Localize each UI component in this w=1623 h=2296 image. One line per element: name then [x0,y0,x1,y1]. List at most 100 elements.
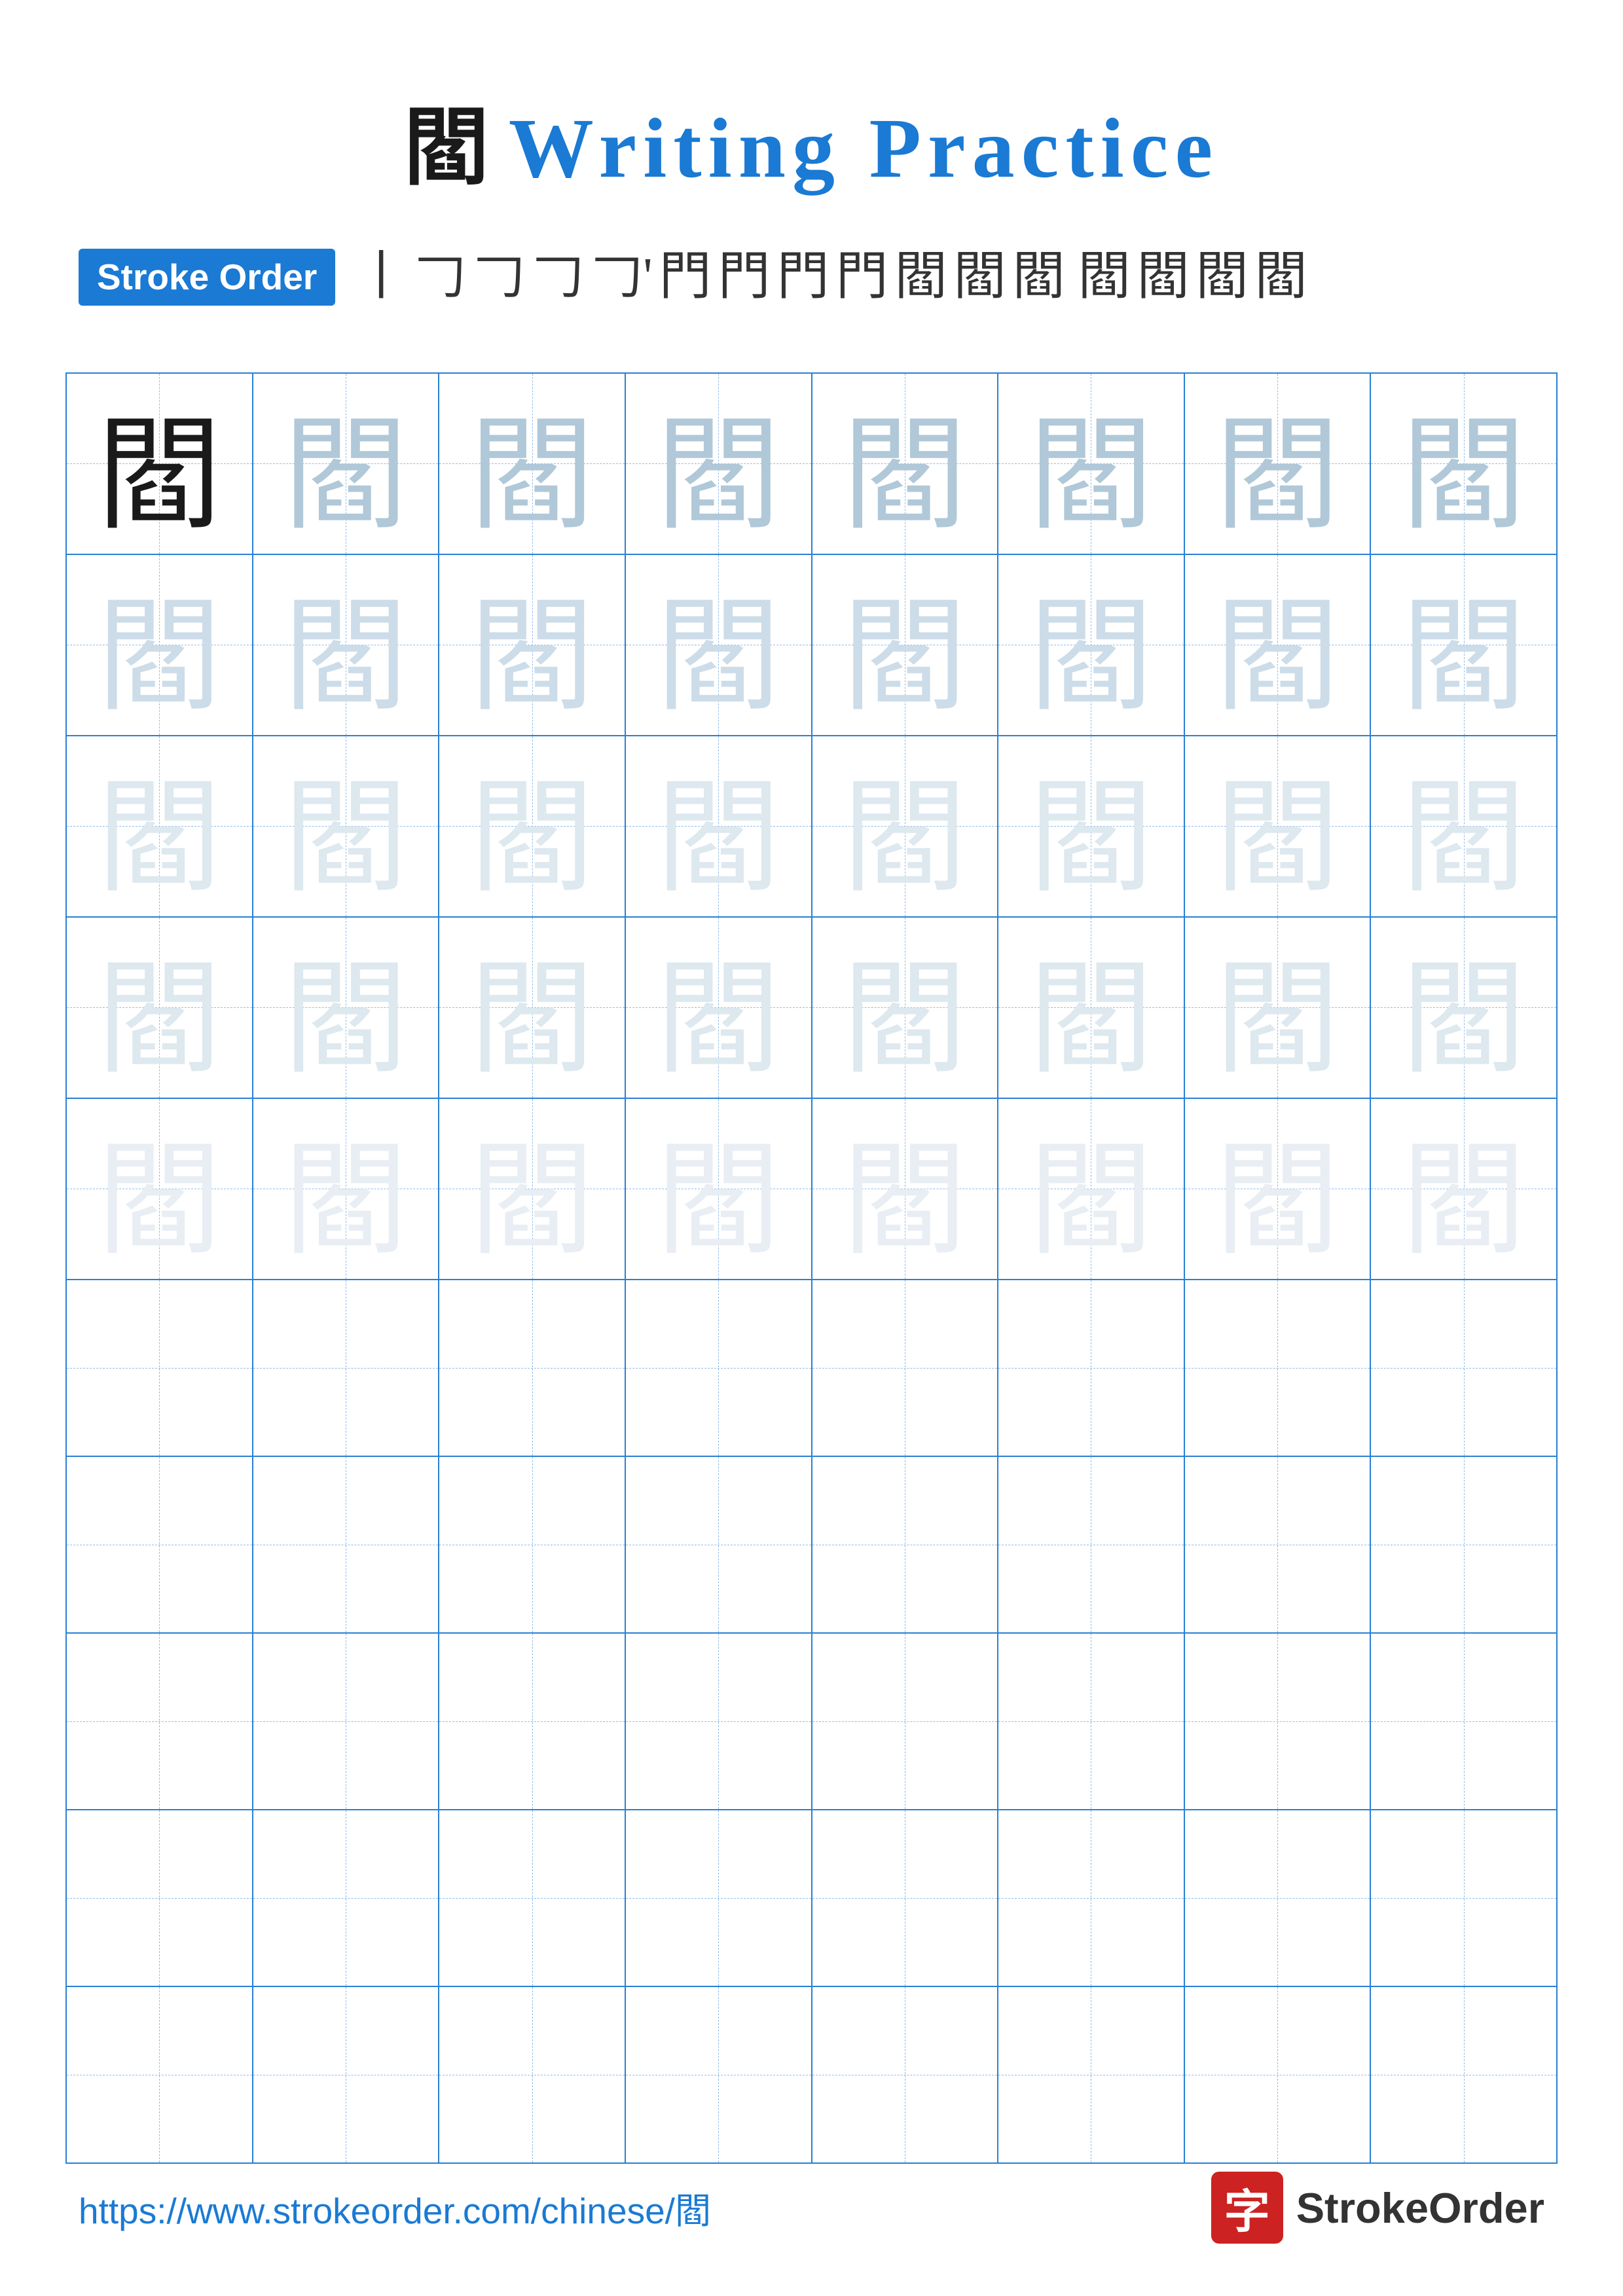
stroke-step-7: 門 [718,243,771,311]
grid-cell: 閻 [66,736,253,917]
title-chinese-char: 閻 [404,101,496,196]
grid-cell: 閻 [1184,373,1371,554]
grid-cell: 閻 [625,917,812,1098]
grid-cell: 閻 [1370,917,1557,1098]
footer-logo-icon: 字 [1211,2172,1283,2244]
stroke-order-section: Stroke Order 丨 𠃌 𠃌 𠃌 𠃌' 門 門 門 門 閻 閻 閻 閻 … [0,241,1623,353]
grid-cell [1370,1986,1557,2163]
stroke-step-5: 𠃌' [591,243,652,311]
grid-cell [253,1456,439,1633]
grid-cell [66,1986,253,2163]
grid-cell: 閻 [812,1098,998,1280]
table-row [66,1986,1557,2163]
grid-section: 閻 閻 閻 閻 閻 閻 閻 閻 閻 閻 閻 閻 閻 閻 閻 閻 閻 閻 閻 閻 … [0,372,1623,2164]
grid-cell: 閻 [625,373,812,554]
grid-cell: 閻 [1184,917,1371,1098]
grid-cell [998,1986,1184,2163]
grid-cell: 閻 [625,1098,812,1280]
grid-cell [625,1633,812,1810]
grid-cell: 閻 [1370,373,1557,554]
grid-cell [439,1456,625,1633]
stroke-step-4: 𠃌 [532,243,584,311]
stroke-step-13: 閻 [1078,243,1131,311]
table-row [66,1280,1557,1456]
table-row [66,1456,1557,1633]
grid-cell [253,1810,439,1986]
grid-cell [66,1456,253,1633]
grid-cell [253,1986,439,2163]
grid-cell: 閻 [66,917,253,1098]
grid-cell [253,1280,439,1456]
grid-cell: 閻 [1184,1098,1371,1280]
grid-cell [66,1280,253,1456]
grid-cell [1370,1456,1557,1633]
table-row: 閻 閻 閻 閻 閻 閻 閻 閻 [66,736,1557,917]
stroke-step-6: 門 [659,243,712,311]
grid-cell: 閻 [66,1098,253,1280]
stroke-step-1: 丨 [355,243,407,311]
stroke-step-11: 閻 [954,243,1006,311]
grid-cell [625,1280,812,1456]
page-title: 閻Writing Practice [0,0,1623,241]
table-row: 閻 閻 閻 閻 閻 閻 閻 閻 [66,554,1557,736]
grid-cell [439,1633,625,1810]
grid-cell: 閻 [253,554,439,736]
grid-cell [812,1986,998,2163]
grid-cell [253,1633,439,1810]
grid-cell [439,1810,625,1986]
table-row: 閻 閻 閻 閻 閻 閻 閻 閻 [66,1098,1557,1280]
grid-cell: 閻 [253,736,439,917]
stroke-step-3: 𠃌 [473,243,525,311]
title-text: Writing Practice [509,101,1219,196]
grid-cell [625,1456,812,1633]
grid-cell: 閻 [439,736,625,917]
footer-url: https://www.strokeorder.com/chinese/閻 [79,2181,711,2234]
stroke-step-14: 閻 [1137,243,1190,311]
grid-cell [625,1810,812,1986]
stroke-order-row: Stroke Order 丨 𠃌 𠃌 𠃌 𠃌' 門 門 門 門 閻 閻 閻 閻 … [79,241,1544,314]
stroke-step-8: 門 [777,243,830,311]
grid-cell: 閻 [812,554,998,736]
grid-cell [625,1986,812,2163]
grid-cell [1184,1986,1371,2163]
grid-cell [1184,1810,1371,1986]
grid-cell: 閻 [1184,554,1371,736]
grid-cell [812,1456,998,1633]
grid-cell [439,1280,625,1456]
grid-cell: 閻 [66,554,253,736]
grid-cell [66,1633,253,1810]
grid-cell: 閻 [439,917,625,1098]
grid-cell: 閻 [1370,1098,1557,1280]
grid-cell: 閻 [1184,736,1371,917]
footer-logo: 字 StrokeOrder [1211,2172,1544,2244]
grid-cell [1184,1633,1371,1810]
grid-cell [66,1810,253,1986]
grid-cell: 閻 [253,917,439,1098]
grid-cell: 閻 [625,736,812,917]
stroke-step-12: 閻 [1013,243,1065,311]
grid-cell [812,1280,998,1456]
grid-cell: 閻 [998,554,1184,736]
footer-logo-text: StrokeOrder [1296,2183,1544,2233]
grid-cell: 閻 [998,736,1184,917]
grid-cell [1370,1280,1557,1456]
practice-grid: 閻 閻 閻 閻 閻 閻 閻 閻 閻 閻 閻 閻 閻 閻 閻 閻 閻 閻 閻 閻 … [65,372,1558,2164]
grid-cell: 閻 [998,1098,1184,1280]
stroke-order-badge: Stroke Order [79,249,335,306]
grid-cell [1184,1280,1371,1456]
stroke-step-16: 閻 [1255,243,1307,311]
stroke-step-2: 𠃌 [414,243,466,311]
table-row [66,1633,1557,1810]
grid-cell [1370,1633,1557,1810]
grid-cell [1184,1456,1371,1633]
stroke-step-9: 門 [836,243,888,311]
grid-cell [1370,1810,1557,1986]
grid-cell: 閻 [66,373,253,554]
grid-cell: 閻 [253,1098,439,1280]
grid-cell: 閻 [439,373,625,554]
grid-cell: 閻 [439,1098,625,1280]
grid-cell: 閻 [1370,736,1557,917]
grid-cell: 閻 [1370,554,1557,736]
grid-cell: 閻 [998,373,1184,554]
grid-cell [998,1810,1184,1986]
